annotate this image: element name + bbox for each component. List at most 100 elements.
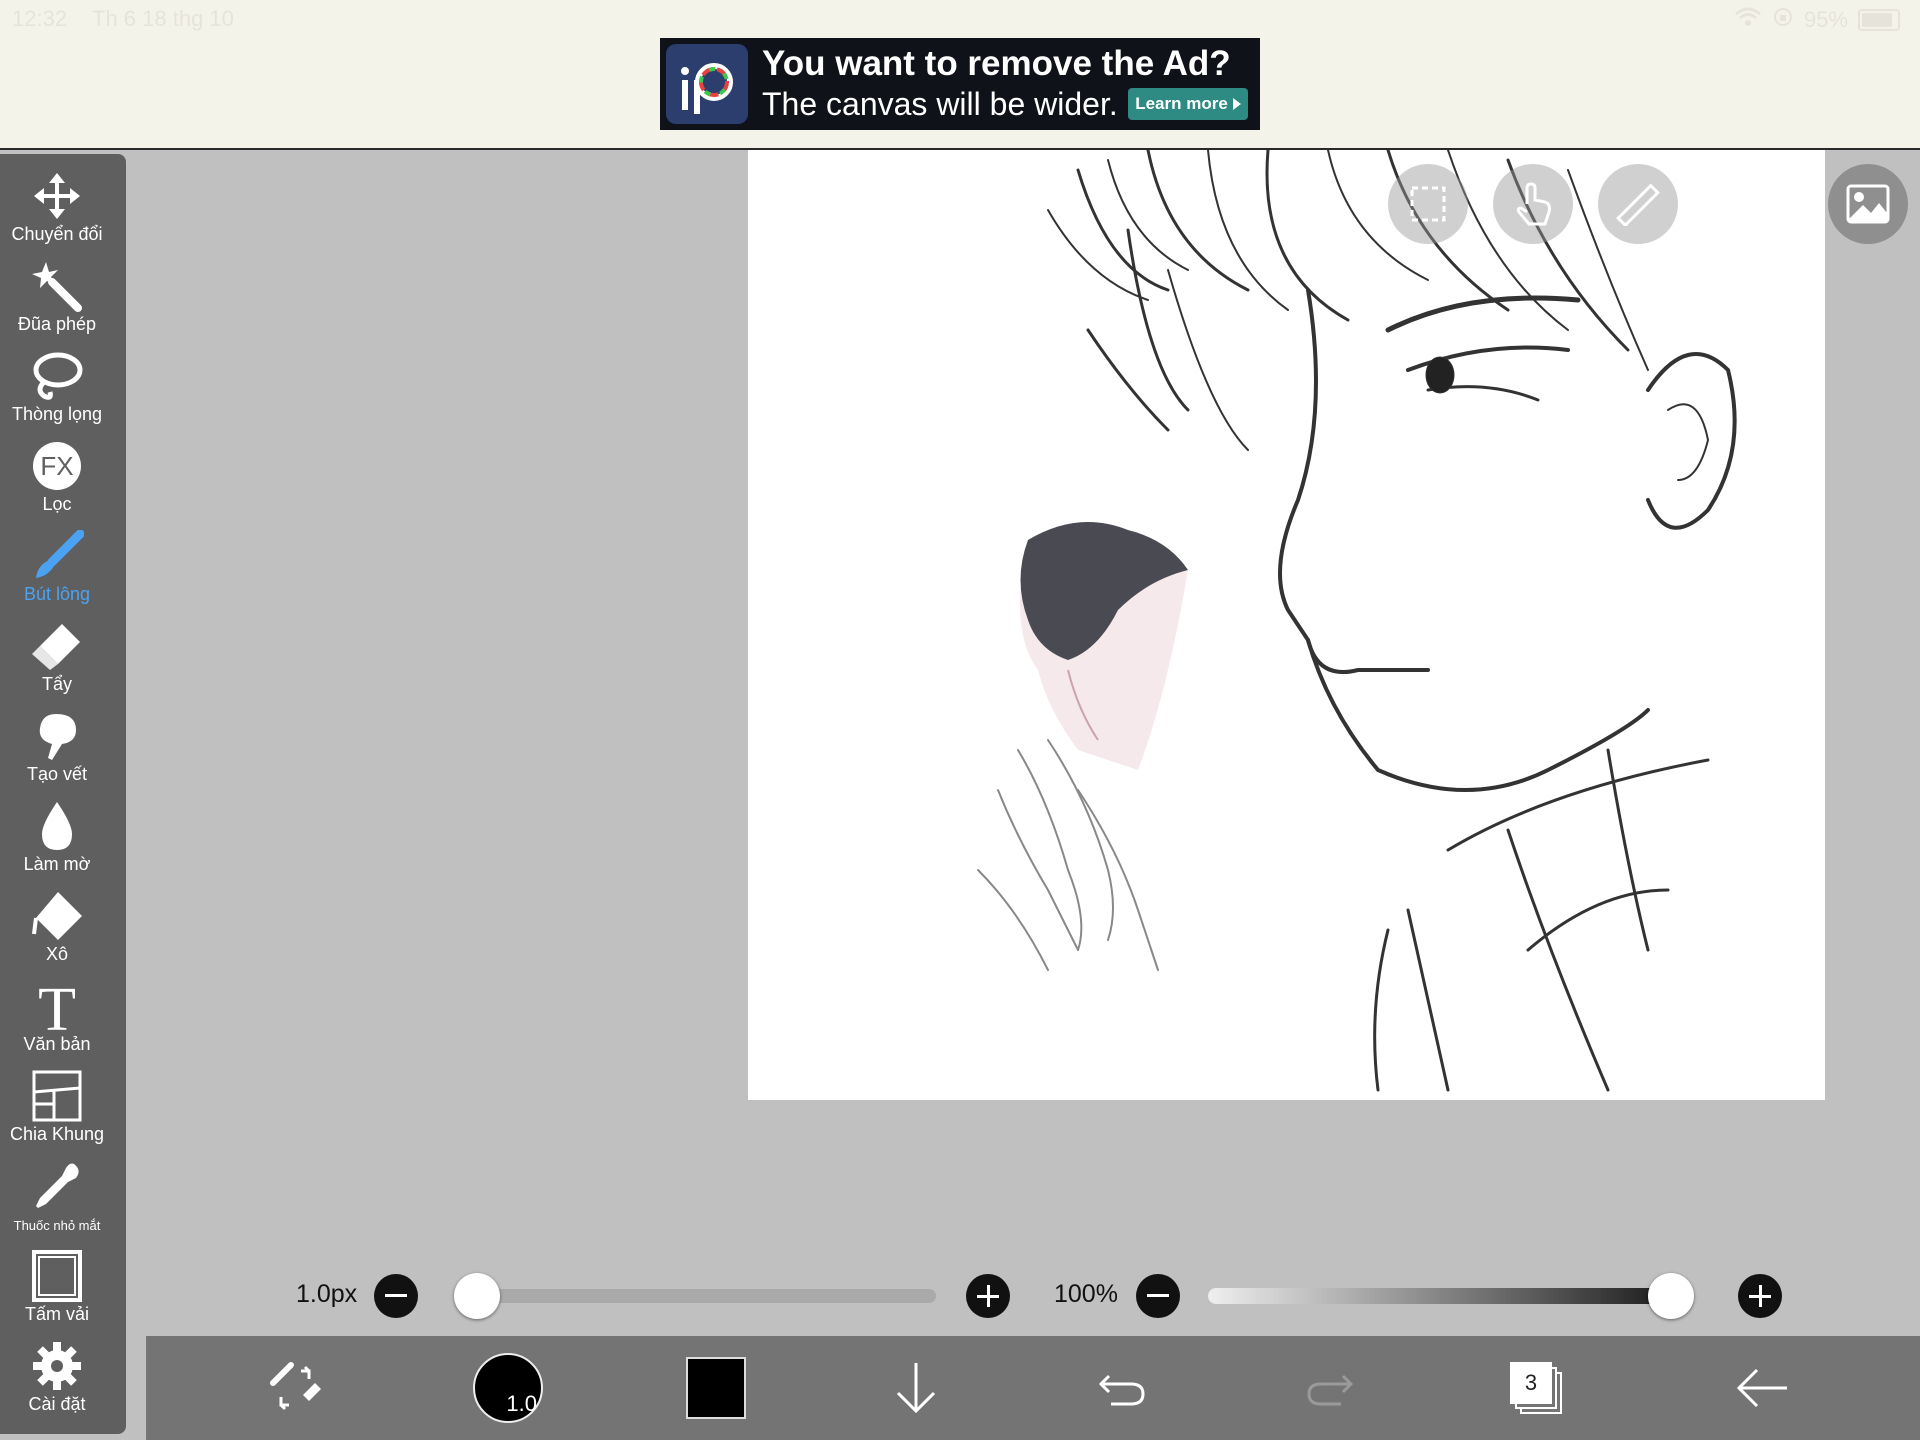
- tool-bucket[interactable]: Xô: [0, 890, 114, 976]
- redo-button[interactable]: [1300, 1336, 1360, 1440]
- tool-blur[interactable]: Làm mờ: [0, 800, 114, 886]
- play-triangle-icon: [1232, 98, 1241, 110]
- ad-title: You want to remove the Ad?: [762, 44, 1231, 83]
- brush-eraser-swap-button[interactable]: [256, 1336, 336, 1440]
- tool-filter[interactable]: FX Lọc: [0, 440, 114, 526]
- ad-banner[interactable]: You want to remove the Ad? The canvas wi…: [660, 38, 1260, 130]
- wifi-icon: [1734, 7, 1762, 33]
- size-increase-button[interactable]: [966, 1274, 1010, 1318]
- tool-label: Xô: [45, 944, 69, 964]
- tool-label: Tẩy: [41, 674, 72, 694]
- plus-icon: [1749, 1285, 1771, 1307]
- tool-label: Văn bản: [23, 1034, 91, 1054]
- tool-label: Cài đặt: [28, 1394, 86, 1414]
- tool-label: Tạo vết: [26, 764, 88, 784]
- minus-icon: [385, 1294, 407, 1297]
- top-bar: 12:32 Th 6 18 thg 10 95% You want to rem…: [0, 0, 1920, 150]
- opacity-label: 100%: [1054, 1280, 1118, 1308]
- learn-more-label: Learn more: [1135, 94, 1228, 113]
- tool-label: Chuyển đổi: [11, 224, 103, 244]
- brush-size-label: 1.0px: [296, 1280, 358, 1308]
- blur-drop-icon: [29, 800, 85, 852]
- move-arrows-icon: [29, 170, 85, 222]
- swap-brush-eraser-icon: [270, 1362, 321, 1411]
- brush-icon: [29, 530, 85, 582]
- tool-label: Lọc: [42, 494, 72, 514]
- fx-filter-icon: FX: [29, 440, 85, 492]
- sketch-artwork: [977, 150, 1737, 1092]
- frame-divider-icon: [29, 1070, 85, 1122]
- tool-eraser[interactable]: Tẩy: [0, 620, 114, 706]
- status-right: 95%: [1734, 6, 1900, 34]
- status-time: 12:32: [12, 6, 68, 31]
- eraser-icon: [29, 620, 85, 672]
- slider-row: 1.0px 100%: [0, 1262, 1920, 1332]
- tool-label: Thuốc nhỏ mắt: [13, 1218, 101, 1233]
- eyedropper-icon: [29, 1160, 85, 1212]
- reference-image-button[interactable]: [1828, 164, 1908, 244]
- layers-button[interactable]: 3: [1504, 1336, 1568, 1440]
- selection-button[interactable]: [1388, 164, 1468, 244]
- tool-smudge[interactable]: Tạo vết: [0, 710, 114, 796]
- orientation-lock-icon: [1772, 6, 1794, 34]
- brush-size-preview: 1.0: [473, 1353, 543, 1423]
- download-button[interactable]: [886, 1336, 946, 1440]
- hand-pointer-icon: [1516, 182, 1551, 226]
- opacity-decrease-button[interactable]: [1136, 1274, 1180, 1318]
- minus-icon: [1147, 1294, 1169, 1297]
- brush-size-value: 1.0: [506, 1391, 537, 1416]
- dashed-selection-icon: [1410, 186, 1446, 222]
- opacity-knob[interactable]: [1648, 1273, 1694, 1319]
- tool-label: Thòng lọng: [11, 404, 103, 424]
- ad-subtitle: The canvas will be wider.: [762, 86, 1118, 122]
- arrow-left-icon: [1736, 1368, 1787, 1408]
- gear-icon: [29, 1340, 85, 1392]
- color-button[interactable]: [686, 1336, 746, 1440]
- tool-magic-wand[interactable]: Đũa phép: [0, 260, 114, 346]
- learn-more-button[interactable]: Learn more: [1128, 88, 1248, 120]
- opacity-increase-button[interactable]: [1738, 1274, 1782, 1318]
- touch-gesture-button[interactable]: [1493, 164, 1573, 244]
- ruler-icon: [1616, 183, 1660, 226]
- tool-lasso[interactable]: Thòng lọng: [0, 350, 114, 436]
- tool-frame-divider[interactable]: Chia Khung: [0, 1070, 114, 1156]
- back-button[interactable]: [1730, 1336, 1794, 1440]
- current-color-swatch: [686, 1357, 746, 1419]
- tool-settings[interactable]: Cài đặt: [0, 1340, 114, 1426]
- layer-count: 3: [1524, 1370, 1538, 1395]
- layers-stack-icon: 3: [1510, 1362, 1562, 1414]
- tool-transform[interactable]: Chuyển đổi: [0, 170, 114, 256]
- bottom-toolbar: 1.0 3: [146, 1336, 1920, 1440]
- tool-brush[interactable]: Bút lông: [0, 530, 114, 616]
- opacity-slider[interactable]: [1208, 1273, 1694, 1319]
- brush-size-slider[interactable]: [454, 1273, 936, 1319]
- ibis-paint-logo-icon: [666, 44, 748, 124]
- ruler-button[interactable]: [1598, 164, 1678, 244]
- battery-icon: [1858, 9, 1900, 31]
- drawing-canvas[interactable]: [748, 150, 1825, 1100]
- text-T-icon: T: [29, 978, 85, 1034]
- bucket-icon: [29, 890, 85, 942]
- arrow-down-icon: [896, 1363, 936, 1414]
- size-decrease-button[interactable]: [374, 1274, 418, 1318]
- battery-percent: 95%: [1803, 7, 1848, 32]
- undo-icon: [1098, 1374, 1145, 1406]
- magic-wand-icon: [29, 260, 85, 312]
- image-icon: [1846, 184, 1890, 224]
- redo-icon: [1307, 1374, 1354, 1406]
- undo-button[interactable]: [1092, 1336, 1152, 1440]
- brush-size-button[interactable]: 1.0: [468, 1336, 548, 1440]
- tool-label: Đũa phép: [17, 314, 97, 334]
- lasso-icon: [29, 350, 85, 402]
- svg-text:T: T: [38, 978, 76, 1034]
- tool-text[interactable]: T Văn bản: [0, 978, 114, 1066]
- svg-text:FX: FX: [40, 451, 73, 481]
- plus-icon: [977, 1285, 999, 1307]
- tool-sidebar: Chuyển đổi Đũa phép Thòng lọng FX Lọc Bú…: [0, 154, 126, 1434]
- tool-label: Chia Khung: [9, 1124, 105, 1144]
- tool-eyedropper[interactable]: Thuốc nhỏ mắt: [0, 1160, 114, 1246]
- brush-size-knob[interactable]: [454, 1273, 500, 1319]
- tool-label: Bút lông: [23, 584, 91, 604]
- smudge-icon: [29, 710, 85, 762]
- status-date: Th 6 18 thg 10: [92, 6, 234, 31]
